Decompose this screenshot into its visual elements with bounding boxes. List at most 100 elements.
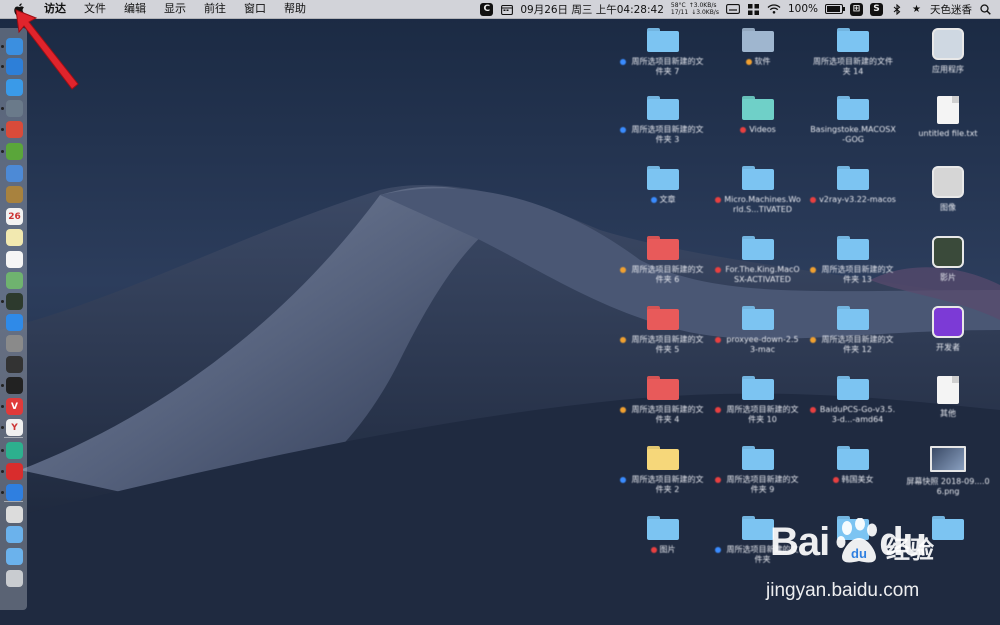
desktop-folder[interactable]: Basingstoke.MACOSX-GOG bbox=[810, 96, 896, 145]
dock-terminal-icon[interactable] bbox=[6, 377, 23, 394]
grid-icon[interactable] bbox=[747, 3, 760, 16]
folder-icon bbox=[837, 28, 869, 52]
datetime[interactable]: 09月26日 周三 上午04:28:42 bbox=[520, 2, 664, 17]
dock-android-studio-icon[interactable] bbox=[6, 143, 23, 160]
desktop-folder[interactable]: 周所选项目新建的文件夹 9 bbox=[715, 446, 801, 495]
desktop-file[interactable]: 其他 bbox=[905, 376, 991, 419]
desktop-item-name: 周所选项目新建的文件夹 3 bbox=[631, 125, 704, 144]
dock-app-store-icon[interactable] bbox=[6, 314, 23, 331]
dock-folder-downloads-icon[interactable] bbox=[6, 548, 23, 565]
desktop-item-label: Videos bbox=[740, 125, 776, 135]
baidu-paw-icon: du bbox=[836, 518, 877, 563]
keyboard-icon[interactable] bbox=[726, 3, 740, 16]
dock-preview-icon[interactable] bbox=[6, 165, 23, 182]
color-tag-icon bbox=[715, 267, 721, 273]
dock-preview-doc-icon[interactable] bbox=[6, 506, 23, 523]
desktop-app[interactable]: 图像 bbox=[905, 166, 991, 213]
desktop-item-label: 周所选项目新建的文件夹 3 bbox=[620, 125, 706, 145]
dock-app-teal-icon[interactable] bbox=[6, 442, 23, 459]
app-icon bbox=[932, 306, 964, 338]
folder-icon bbox=[742, 306, 774, 330]
dock-calendar-icon[interactable]: 26 bbox=[6, 208, 23, 225]
desktop-item-label: Basingstoke.MACOSX-GOG bbox=[810, 125, 896, 145]
dock-launchpad-icon[interactable] bbox=[6, 100, 23, 117]
desktop-item-label: 其他 bbox=[940, 409, 956, 419]
app-grid-icon[interactable]: ⊞ bbox=[850, 2, 863, 16]
desktop-folder[interactable]: 韩国美女 bbox=[810, 446, 896, 485]
wifi-icon[interactable] bbox=[767, 3, 781, 16]
desktop-folder[interactable]: 周所选项目新建的文件夹 5 bbox=[620, 306, 706, 355]
folder-icon bbox=[742, 96, 774, 120]
color-tag-icon bbox=[620, 477, 626, 483]
desktop-folder[interactable]: Videos bbox=[715, 96, 801, 135]
desktop-item-name: proxyee-down-2.53-mac bbox=[726, 335, 799, 354]
menu-go[interactable]: 前往 bbox=[195, 0, 235, 18]
dock-trash-icon[interactable] bbox=[6, 570, 23, 587]
menu-view[interactable]: 显示 bbox=[155, 0, 195, 18]
desktop-app[interactable]: 开发者 bbox=[905, 306, 991, 353]
s-badge-icon[interactable]: S bbox=[870, 2, 883, 16]
dock-system-preferences-icon[interactable] bbox=[6, 335, 23, 352]
dock-folder-applications-icon[interactable] bbox=[6, 526, 23, 543]
bluetooth-icon[interactable] bbox=[890, 3, 903, 16]
dock-netease-music-icon[interactable] bbox=[6, 463, 23, 480]
dock-terminal-dark-icon[interactable] bbox=[6, 293, 23, 310]
dock-reminders-icon[interactable] bbox=[6, 251, 23, 268]
desktop-folder[interactable]: v2ray-v3.22-macos bbox=[810, 166, 896, 205]
menu-window[interactable]: 窗口 bbox=[235, 0, 275, 18]
desktop-folder[interactable]: 周所选项目新建的文件夹 2 bbox=[620, 446, 706, 495]
desktop-folder[interactable]: 软件 bbox=[715, 28, 801, 67]
color-tag-icon bbox=[810, 337, 816, 343]
system-stats[interactable]: 58°C ↑3.0KB/s 17/11 ↓3.0KB/s bbox=[671, 2, 719, 16]
calendar-icon[interactable] bbox=[500, 3, 513, 16]
desktop-file[interactable]: untitled file.txt bbox=[905, 96, 991, 139]
dock-baidu-netdisk-icon[interactable] bbox=[6, 484, 23, 501]
desktop-folder[interactable]: 周所选项目新建的文件夹 6 bbox=[620, 236, 706, 285]
color-tag-icon bbox=[715, 547, 721, 553]
dock-notes-icon[interactable] bbox=[6, 229, 23, 246]
search-icon[interactable] bbox=[979, 3, 992, 16]
desktop-folder[interactable]: 周所选项目新建的文件夹 13 bbox=[810, 236, 896, 285]
desktop-folder[interactable]: 图片 bbox=[620, 516, 706, 555]
desktop-folder[interactable]: 周所选项目新建的文件夹 7 bbox=[620, 28, 706, 77]
desktop-item-name: 周所选项目新建的文件夹 2 bbox=[631, 475, 704, 494]
desktop-item-name: 图片 bbox=[659, 545, 676, 554]
document-icon bbox=[937, 376, 959, 404]
desktop-folder[interactable]: 周所选项目新建的文件夹 4 bbox=[620, 376, 706, 425]
app-icon bbox=[932, 236, 964, 268]
desktop-folder[interactable]: 周所选项目新建的文件夹 14 bbox=[810, 28, 896, 77]
battery-percent[interactable]: 100% bbox=[788, 3, 818, 15]
menu-edit[interactable]: 编辑 bbox=[115, 0, 155, 18]
c-badge-icon[interactable]: C bbox=[480, 2, 494, 16]
dock-activity-monitor-icon[interactable] bbox=[6, 356, 23, 373]
dock-maps-icon[interactable] bbox=[6, 272, 23, 289]
menu-help[interactable]: 帮助 bbox=[275, 0, 315, 18]
desktop-folder[interactable]: Micro.Machines.World.S...TIVATED bbox=[715, 166, 801, 215]
desktop-item-name: v2ray-v3.22-macos bbox=[819, 195, 896, 204]
dock-running-indicator bbox=[1, 491, 4, 494]
folder-icon bbox=[837, 166, 869, 190]
desktop-folder[interactable]: 文章 bbox=[620, 166, 706, 205]
desktop-folder[interactable]: BaiduPCS-Go-v3.5.3-d...-amd64 bbox=[810, 376, 896, 425]
desktop-folder[interactable]: 周所选项目新建的文件夹 3 bbox=[620, 96, 706, 145]
desktop-app[interactable]: 影片 bbox=[905, 236, 991, 283]
desktop-folder[interactable]: proxyee-down-2.53-mac bbox=[715, 306, 801, 355]
desktop-app[interactable]: 应用程序 bbox=[905, 28, 991, 75]
desktop-app[interactable]: 屏幕快照 2018-09....06.png bbox=[905, 446, 991, 497]
dock-running-indicator bbox=[1, 150, 4, 153]
star-icon[interactable]: ★ bbox=[910, 3, 923, 16]
desktop-folder[interactable]: For.The.King.MacOSX-ACTIVATED bbox=[715, 236, 801, 285]
color-tag-icon bbox=[810, 197, 817, 203]
dock-app-red-icon[interactable] bbox=[6, 121, 23, 138]
color-tag-icon bbox=[650, 547, 657, 553]
dock-notes-brown-icon[interactable] bbox=[6, 186, 23, 203]
color-tag-icon bbox=[715, 477, 721, 483]
dock-vivaldi-icon[interactable]: V bbox=[6, 398, 23, 415]
folder-icon bbox=[742, 28, 774, 52]
user-name[interactable]: 天色迷香 bbox=[930, 2, 972, 17]
battery-icon[interactable] bbox=[825, 4, 845, 14]
dock-yandex-icon[interactable]: Y bbox=[6, 419, 23, 436]
desktop-item-name: Videos bbox=[749, 125, 776, 134]
desktop-folder[interactable]: 周所选项目新建的文件夹 10 bbox=[715, 376, 801, 425]
desktop-folder[interactable]: 周所选项目新建的文件夹 12 bbox=[810, 306, 896, 355]
